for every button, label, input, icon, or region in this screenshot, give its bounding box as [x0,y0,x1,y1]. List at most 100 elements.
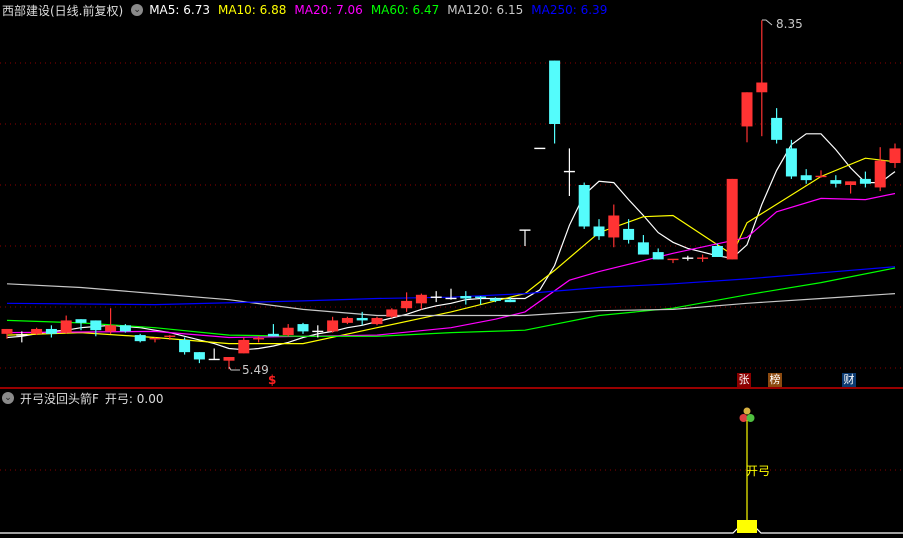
candle-body [549,60,561,124]
candle-body [119,325,131,332]
candle-body [889,148,901,164]
fruit-green [746,414,755,422]
price-grid [0,62,903,369]
candle-body [726,178,738,260]
indicator-baseline [0,528,903,534]
high-arrow-icon [762,19,773,26]
candle-body [327,320,339,332]
low-price-label: 5.49 [242,363,269,377]
candle-body [771,117,783,140]
candle [697,254,709,262]
candle-body [386,309,398,317]
candle-body [90,320,102,331]
dollar-marker[interactable]: $ [268,373,276,387]
candle-body [60,320,72,333]
candle-body [341,317,353,323]
marker-bang[interactable]: 榜 [768,373,782,387]
indicator-header: ⌄ 开弓没回头箭F 开弓: 0.00 [2,390,169,406]
candle [889,143,901,168]
candle [134,333,146,343]
candle [430,291,442,303]
ma250-legend: MA250: 6.39 [531,3,608,17]
indicator-value: 开弓: 0.00 [104,391,164,406]
signal-bar [737,520,757,533]
ma5-legend: MA5: 6.73 [149,3,210,17]
candle [874,147,886,192]
candle [711,243,723,257]
candle-body [711,246,723,257]
candle [297,322,309,334]
candle [608,204,620,248]
candle [179,337,191,355]
fruit-top [743,407,751,415]
signal-label: 开弓 [746,464,771,478]
candle-body [238,339,250,354]
candle [149,337,161,343]
ma60-legend: MA60: 6.47 [370,3,440,17]
candle-body [460,296,472,299]
candle [460,291,472,305]
candle-body [415,294,427,304]
candle-body [578,185,590,227]
candle [578,182,590,229]
candle [282,324,294,337]
candle-body [859,178,871,184]
candle [859,171,871,188]
candle [785,139,797,179]
candle [519,229,531,246]
candle-body [637,242,649,255]
candle [445,288,457,300]
candle [119,324,131,333]
ma120-legend: MA120: 6.15 [447,3,524,17]
candle [371,316,383,326]
candle-body [489,298,501,301]
candle [667,258,679,264]
candle-body [741,92,753,127]
candle [267,324,279,337]
candle [208,348,220,361]
candle-body [223,357,235,361]
candle-body [1,328,13,334]
candle [549,60,561,144]
candle [637,235,649,255]
candle [341,316,353,325]
candle [652,248,664,260]
candlestick-chart[interactable] [0,0,903,538]
candle-body [593,226,605,237]
candle [830,175,842,188]
candle-body [401,300,413,309]
ma20-legend: MA20: 7.06 [294,3,363,17]
candle-body [623,228,635,240]
chevron-down-icon[interactable]: ⌄ [2,392,14,404]
chevron-down-icon[interactable]: ⌄ [131,4,144,16]
chart-header: 西部建设(日线.前复权) ⌄ MA5: 6.73 MA10: 6.88 MA20… [2,2,615,18]
marker-zhang[interactable]: 张 [737,373,751,387]
candle-body [297,324,309,332]
candle-body [356,317,368,321]
candle-body [800,175,812,181]
candle [327,316,339,333]
candle [815,170,827,178]
candle-body [371,317,383,325]
candle-body [608,215,620,238]
marker-cai[interactable]: 财 [842,373,856,387]
candle-body [756,82,768,93]
stock-title: 西部建设(日线.前复权) [2,3,124,18]
candle [45,325,57,338]
candle-body [504,299,516,303]
candle [682,255,694,261]
candle [563,148,575,196]
candle [845,181,857,194]
candle [726,178,738,260]
candle-body [105,325,117,332]
candle-body [31,328,43,334]
candle-body [845,181,857,185]
moving-average-lines [6,133,896,351]
candle [386,308,398,318]
candle [756,20,768,137]
fruit-icon [739,407,755,422]
candle [401,292,413,312]
candle [593,219,605,240]
candle-body [830,180,842,184]
candle [800,169,812,184]
